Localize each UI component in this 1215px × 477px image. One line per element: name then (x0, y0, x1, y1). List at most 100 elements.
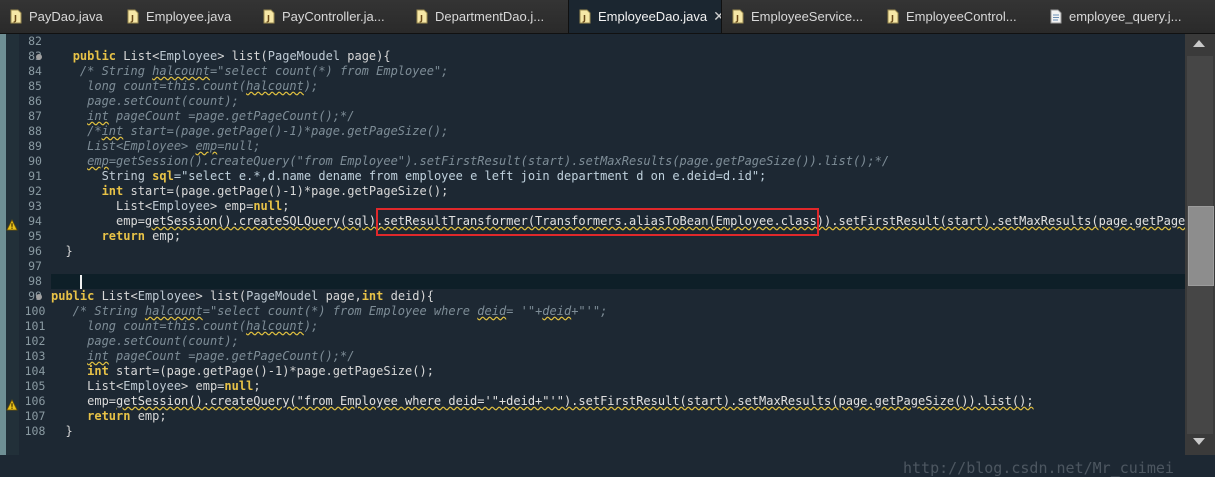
code-token: List< (51, 199, 153, 213)
java-file-icon: J (9, 9, 23, 24)
scrollbar-thumb[interactable] (1188, 206, 1214, 286)
code-line[interactable]: int pageCount =page.getPageCount();*/ (51, 349, 354, 364)
tab-employee-java[interactable]: J Employee.java (117, 0, 253, 33)
code-token: halcount (144, 304, 203, 318)
code-line[interactable]: page.setCount(count); (51, 94, 239, 109)
code-editor[interactable]: 82 83 public List<Employee> list(PageMoud… (0, 34, 1215, 477)
svg-text:J: J (266, 14, 270, 23)
code-line[interactable]: List<Employee> emp=null; (51, 139, 261, 154)
code-token: } (51, 244, 73, 258)
code-token: pageCount =page.getPageCount();*/ (108, 349, 355, 363)
code-line[interactable]: public List<Employee> list(PageMoudel pa… (51, 49, 391, 64)
code-token: > emp= (209, 199, 254, 213)
tab-paydao-java[interactable]: J PayDao.java (0, 0, 117, 33)
code-token: pageCount =page.getPageCount();*/ (108, 109, 355, 123)
code-line[interactable]: } (51, 424, 72, 439)
code-token: deid (542, 304, 572, 318)
code-token: String (101, 169, 145, 183)
line-number: 108 (24, 424, 46, 438)
line-number: 94 (28, 214, 42, 228)
code-line[interactable]: List<Employee> emp=null; (51, 379, 261, 394)
line-number: 90 (28, 154, 42, 168)
code-line[interactable]: /*int start=(page.getPage()-1)*page.getP… (51, 124, 448, 139)
code-token: ; (253, 379, 261, 393)
tab-employeedao-java[interactable]: J EmployeeDao.java ✕ (568, 0, 722, 33)
warning-icon[interactable] (6, 396, 18, 411)
code-line[interactable]: long count=this.count(halcount); (51, 79, 318, 94)
code-token: =null; (217, 139, 261, 153)
code-line[interactable]: page.setCount(count); (51, 334, 239, 349)
code-token: return (101, 229, 145, 243)
code-line[interactable]: int start=(page.getPage()-1)*page.getPag… (51, 184, 449, 199)
svg-text:J: J (13, 14, 17, 23)
line-number: 100 (24, 304, 46, 318)
tab-employeeservice[interactable]: J EmployeeService... (722, 0, 877, 33)
code-token: emp= (51, 214, 145, 228)
code-token: ); (303, 79, 319, 93)
tab-employee-query-j[interactable]: employee_query.j... (1040, 0, 1215, 33)
line-number: 106 (24, 394, 46, 408)
tab-paycontroller-ja[interactable]: J PayController.ja... (253, 0, 406, 33)
code-token: deid){ (383, 289, 434, 303)
code-token: public (51, 289, 95, 303)
code-line[interactable]: return emp; (51, 229, 181, 244)
code-token: page){ (340, 49, 391, 63)
scroll-up-arrow-icon[interactable] (1193, 40, 1205, 47)
fold-marker-icon[interactable] (36, 294, 42, 300)
code-line[interactable]: String sql="select e.*,d.name dename fro… (51, 169, 767, 184)
code-line[interactable]: /* String halcount="select count(*) from… (51, 304, 608, 319)
warning-icon[interactable] (6, 216, 18, 231)
java-file-icon: J (262, 9, 276, 24)
tab-label: employee_query.j... (1069, 9, 1182, 24)
code-token: Employee (159, 49, 218, 63)
annotation-ruler (6, 34, 19, 455)
svg-text:J: J (735, 14, 739, 23)
code-token: int (101, 124, 124, 138)
code-line[interactable]: int pageCount =page.getPageCount();*/ (51, 109, 354, 124)
code-line[interactable]: /* String halcount="select count(*) from… (51, 64, 448, 79)
highlight-annotation-box (376, 208, 819, 236)
close-icon[interactable]: ✕ (713, 9, 721, 25)
line-number: 99 (28, 289, 42, 303)
code-token: page, (318, 289, 362, 303)
code-token: int (361, 289, 384, 303)
line-number: 88 (28, 124, 42, 138)
code-token: long count=this.count( (51, 79, 247, 93)
code-token: > emp= (181, 379, 225, 393)
scroll-down-arrow-icon[interactable] (1193, 438, 1205, 445)
code-token: ; (282, 199, 290, 213)
code-token: start=(page.getPage()-1)*page.getPageSiz… (108, 364, 434, 378)
code-line[interactable]: emp=getSession().createQuery("from Emplo… (51, 394, 1033, 409)
code-line[interactable]: List<Employee> emp=null; (51, 199, 289, 214)
line-number: 103 (24, 349, 46, 363)
vertical-scrollbar[interactable] (1185, 34, 1215, 455)
code-token: /* (51, 124, 102, 138)
code-token: emp; (130, 409, 167, 423)
code-token: public (72, 49, 117, 63)
code-line[interactable]: public List<Employee> list(PageMoudel pa… (51, 289, 434, 304)
tab-employeecontrol[interactable]: J EmployeeControl... (877, 0, 1040, 33)
code-line[interactable]: } (51, 244, 73, 259)
tab-departmentdao-j[interactable]: J DepartmentDao.j... (406, 0, 568, 33)
code-line[interactable]: long count=this.count(halcount); (51, 319, 318, 334)
code-token: start=(page.getPage()-1)*page.getPageSiz… (123, 124, 449, 138)
text-cursor (80, 275, 82, 289)
tab-label: PayDao.java (29, 9, 103, 24)
current-line-highlight (51, 274, 1185, 289)
code-line[interactable]: emp=getSession().createQuery("from Emplo… (51, 154, 889, 169)
code-token: null (224, 379, 254, 393)
code-line[interactable]: int start=(page.getPage()-1)*page.getPag… (51, 364, 434, 379)
code-token: emp= (51, 394, 117, 408)
code-token: = '"+ (506, 304, 543, 318)
code-token: Employee (152, 199, 210, 213)
code-line[interactable]: return emp; (51, 409, 167, 424)
code-token: page.setCount(count); (51, 334, 239, 348)
fold-marker-icon[interactable] (36, 54, 42, 60)
code-token: > list( (195, 289, 247, 303)
tab-label: EmployeeDao.java (598, 9, 708, 24)
code-token: ="select count(*) from Employee"; (209, 64, 449, 78)
code-token: PageMoudel (267, 49, 341, 63)
line-number: 102 (24, 334, 46, 348)
